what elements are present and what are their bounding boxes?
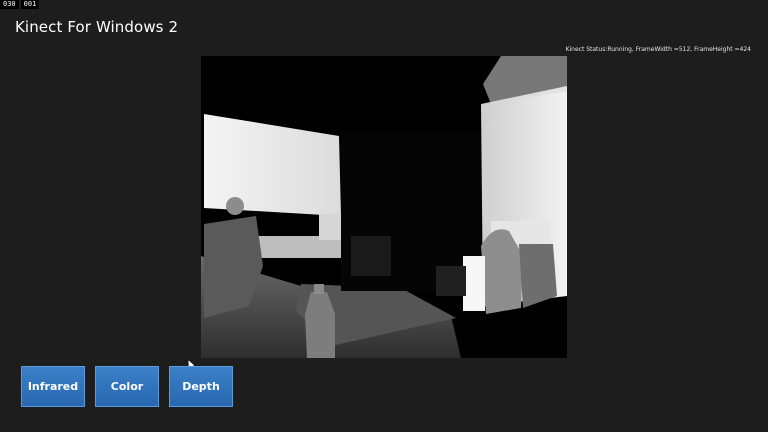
depth-frame-viewer	[201, 56, 567, 358]
color-button[interactable]: Color	[95, 366, 159, 407]
fps-counter: 030 001	[0, 0, 40, 9]
depth-button[interactable]: Depth	[169, 366, 233, 407]
fps-counter-left: 030	[0, 0, 19, 9]
kinect-status-text: Kinect Status:Running, FrameWidth =512, …	[565, 46, 751, 53]
infrared-button[interactable]: Infrared	[21, 366, 85, 407]
mode-button-row: Infrared Color Depth	[21, 366, 233, 407]
depth-frame-image	[201, 56, 567, 358]
fps-counter-right: 001	[20, 0, 40, 9]
app-title: Kinect For Windows 2	[15, 18, 179, 36]
